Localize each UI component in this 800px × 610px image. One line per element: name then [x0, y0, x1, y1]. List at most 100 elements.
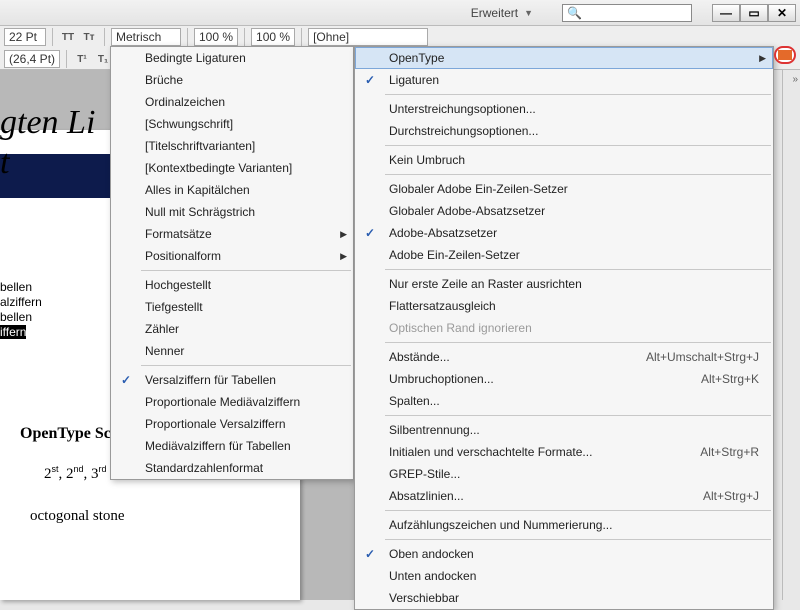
check-icon: ✓: [121, 373, 131, 387]
menu-item-label: Ordinalzeichen: [145, 95, 225, 109]
menu-item: Optischen Rand ignorieren: [355, 317, 773, 339]
menu-item[interactable]: Flattersatzausgleich: [355, 295, 773, 317]
menu-item-label: Adobe-Absatzsetzer: [389, 226, 497, 240]
menu-item[interactable]: Initialen und verschachtelte Formate...A…: [355, 441, 773, 463]
menu-shortcut: Alt+Strg+J: [703, 489, 759, 503]
menu-item[interactable]: Proportionale Mediävalziffern: [111, 391, 353, 413]
menu-item-label: Formatsätze: [145, 227, 212, 241]
menu-item[interactable]: Unterstreichungsoptionen...: [355, 98, 773, 120]
menu-item[interactable]: ✓ Ligaturen: [355, 69, 773, 91]
list-item: bellen: [0, 310, 42, 325]
list-item: iffern: [0, 325, 42, 340]
menu-item[interactable]: ✓Adobe-Absatzsetzer: [355, 222, 773, 244]
menu-item[interactable]: Nur erste Zeile an Raster ausrichten: [355, 273, 773, 295]
menu-separator: [385, 145, 771, 146]
minimize-button[interactable]: —: [712, 4, 740, 22]
menu-item[interactable]: Kein Umbruch: [355, 149, 773, 171]
menu-item[interactable]: Verschiebbar: [355, 587, 773, 609]
hscale-field[interactable]: 100 %: [194, 28, 238, 46]
menu-item[interactable]: OpenType▶: [355, 47, 773, 69]
menu-item[interactable]: Positionalform▶: [111, 245, 353, 267]
menu-item-label: Unten andocken: [389, 569, 476, 583]
smallcaps-icon[interactable]: Tᴛ: [80, 28, 98, 46]
menu-item-label: Bedingte Ligaturen: [145, 51, 246, 65]
menu-item[interactable]: Standardzahlenformat: [111, 457, 353, 479]
list-item: alziffern: [0, 295, 42, 310]
menu-item[interactable]: [Titelschriftvarianten]: [111, 135, 353, 157]
menu-item-label: Mediävalziffern für Tabellen: [145, 439, 291, 453]
menu-item-label: Durchstreichungsoptionen...: [389, 124, 538, 138]
sample-text: octogonal stone: [30, 508, 125, 525]
menu-item-label: Ligaturen: [389, 73, 439, 87]
menu-item[interactable]: Globaler Adobe Ein-Zeilen-Setzer: [355, 178, 773, 200]
menu-item[interactable]: Adobe Ein-Zeilen-Setzer: [355, 244, 773, 266]
menu-item[interactable]: Silbentrennung...: [355, 419, 773, 441]
menu-item-label: OpenType: [389, 51, 444, 65]
titlebar: Erweitert ▼ 🔍 — ▭ ✕: [0, 0, 800, 26]
font-size-field[interactable]: 22 Pt: [4, 28, 46, 46]
leading-field[interactable]: (26,4 Pt): [4, 50, 60, 68]
menu-item[interactable]: Durchstreichungsoptionen...: [355, 120, 773, 142]
menu-item[interactable]: Globaler Adobe-Absatzsetzer: [355, 200, 773, 222]
menu-item[interactable]: Absatzlinien...Alt+Strg+J: [355, 485, 773, 507]
check-icon: ✓: [365, 73, 375, 87]
check-icon: ✓: [365, 547, 375, 561]
menu-item-label: Umbruchoptionen...: [389, 372, 494, 386]
menu-item-label: Brüche: [145, 73, 183, 87]
menu-item[interactable]: Formatsätze▶: [111, 223, 353, 245]
ordinals-sample: 2st, 2nd, 3rd: [44, 464, 107, 483]
menu-separator: [385, 174, 771, 175]
menu-item[interactable]: Tiefgestellt: [111, 296, 353, 318]
menu-item-label: Proportionale Versalziffern: [145, 417, 286, 431]
menu-item-label: Verschiebbar: [389, 591, 459, 605]
list-item: bellen: [0, 280, 42, 295]
workspace-switcher[interactable]: Erweitert ▼: [462, 3, 542, 23]
menu-shortcut: Alt+Umschalt+Strg+J: [646, 350, 759, 364]
menu-item[interactable]: Brüche: [111, 69, 353, 91]
chevron-down-icon: ▼: [524, 8, 533, 18]
menu-shortcut: Alt+Strg+K: [701, 372, 759, 386]
menu-item-label: Spalten...: [389, 394, 440, 408]
menu-item[interactable]: Spalten...: [355, 390, 773, 412]
menu-item[interactable]: [Kontextbedingte Varianten]: [111, 157, 353, 179]
menu-item[interactable]: Null mit Schrägstrich: [111, 201, 353, 223]
menu-item[interactable]: Aufzählungszeichen und Nummerierung...: [355, 514, 773, 536]
menu-item[interactable]: Nenner: [111, 340, 353, 362]
menu-item[interactable]: Proportionale Versalziffern: [111, 413, 353, 435]
charstyle-field[interactable]: [Ohne]: [308, 28, 428, 46]
allcaps-icon[interactable]: TT: [59, 28, 77, 46]
kerning-field[interactable]: Metrisch: [111, 28, 181, 46]
maximize-button[interactable]: ▭: [740, 4, 768, 22]
menu-item[interactable]: [Schwungschrift]: [111, 113, 353, 135]
menu-item-label: Versalziffern für Tabellen: [145, 373, 276, 387]
menu-item-label: Standardzahlenformat: [145, 461, 263, 475]
menu-separator: [385, 539, 771, 540]
search-input[interactable]: 🔍: [562, 4, 692, 22]
vscale-field[interactable]: 100 %: [251, 28, 295, 46]
menu-item-label: Nur erste Zeile an Raster ausrichten: [389, 277, 582, 291]
menu-item-label: [Titelschriftvarianten]: [145, 139, 255, 153]
menu-item[interactable]: Umbruchoptionen... Alt+Strg+K: [355, 368, 773, 390]
menu-item-label: Kein Umbruch: [389, 153, 465, 167]
menu-item[interactable]: Alles in Kapitälchen: [111, 179, 353, 201]
menu-item[interactable]: ✓Oben andocken: [355, 543, 773, 565]
menu-item-label: Globaler Adobe Ein-Zeilen-Setzer: [389, 182, 568, 196]
menu-item[interactable]: Mediävalziffern für Tabellen: [111, 435, 353, 457]
menu-item[interactable]: Zähler: [111, 318, 353, 340]
menu-item[interactable]: Abstände...Alt+Umschalt+Strg+J: [355, 346, 773, 368]
menu-item-label: Initialen und verschachtelte Formate...: [389, 445, 592, 459]
superscript-icon[interactable]: T¹: [73, 50, 91, 68]
menu-item[interactable]: Ordinalzeichen: [111, 91, 353, 113]
window-controls: — ▭ ✕: [712, 4, 796, 22]
panel-strip[interactable]: [782, 70, 800, 600]
menu-item[interactable]: Bedingte Ligaturen: [111, 47, 353, 69]
menu-item[interactable]: Hochgestellt: [111, 274, 353, 296]
close-button[interactable]: ✕: [768, 4, 796, 22]
menu-item[interactable]: Unten andocken: [355, 565, 773, 587]
menu-separator: [385, 269, 771, 270]
menu-item-label: Alles in Kapitälchen: [145, 183, 250, 197]
menu-item[interactable]: ✓ Versalziffern für Tabellen: [111, 369, 353, 391]
menu-item-label: Silbentrennung...: [389, 423, 480, 437]
menu-item[interactable]: GREP-Stile...: [355, 463, 773, 485]
panel-menu-button[interactable]: [774, 46, 796, 64]
